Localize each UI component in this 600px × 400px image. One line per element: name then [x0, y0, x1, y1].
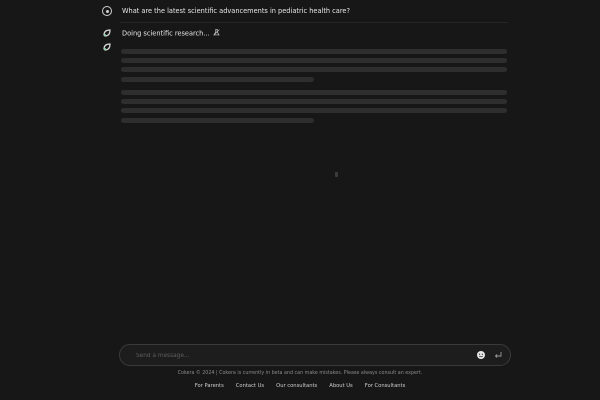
message-composer	[119, 344, 511, 366]
assistant-status-row: Doing scientific research...	[102, 28, 220, 38]
loading-skeleton-line	[121, 49, 507, 54]
footer-links: For Parents Contact Us Our consultants A…	[0, 383, 600, 389]
footer-link-about-us[interactable]: About Us	[329, 383, 353, 389]
loading-skeleton-line	[121, 67, 507, 72]
flask-research-icon	[213, 28, 220, 38]
message-divider	[120, 22, 508, 23]
chat-app: What are the latest scientific advanceme…	[0, 0, 600, 400]
loading-skeleton-line	[121, 99, 507, 104]
assistant-avatar-icon	[102, 28, 112, 38]
smile-face-icon[interactable]	[475, 349, 487, 361]
loading-skeleton-line	[121, 58, 507, 63]
loading-skeleton-line	[121, 90, 507, 95]
assistant-avatar-icon	[102, 42, 112, 52]
assistant-status-label: Doing scientific research...	[122, 29, 210, 37]
footer-link-for-consultants[interactable]: For Consultants	[365, 383, 406, 389]
mouse-cursor	[335, 172, 338, 177]
user-message-text: What are the latest scientific advanceme…	[122, 7, 350, 15]
footer-link-contact-us[interactable]: Contact Us	[236, 383, 264, 389]
send-enter-icon[interactable]	[492, 349, 504, 361]
loading-skeleton-line	[121, 108, 507, 113]
user-avatar-icon	[102, 6, 112, 16]
loading-skeleton-line	[121, 77, 314, 82]
loading-skeleton-line	[121, 118, 314, 123]
assistant-status-text: Doing scientific research...	[122, 28, 220, 38]
footer-disclaimer: Cokera © 2024 | Cokera is currently in b…	[177, 371, 423, 376]
footer-link-our-consultants[interactable]: Our consultants	[276, 383, 317, 389]
footer-link-for-parents[interactable]: For Parents	[195, 383, 224, 389]
message-input[interactable]	[136, 349, 456, 362]
user-message-row: What are the latest scientific advanceme…	[102, 6, 350, 16]
assistant-response-row	[102, 42, 112, 52]
